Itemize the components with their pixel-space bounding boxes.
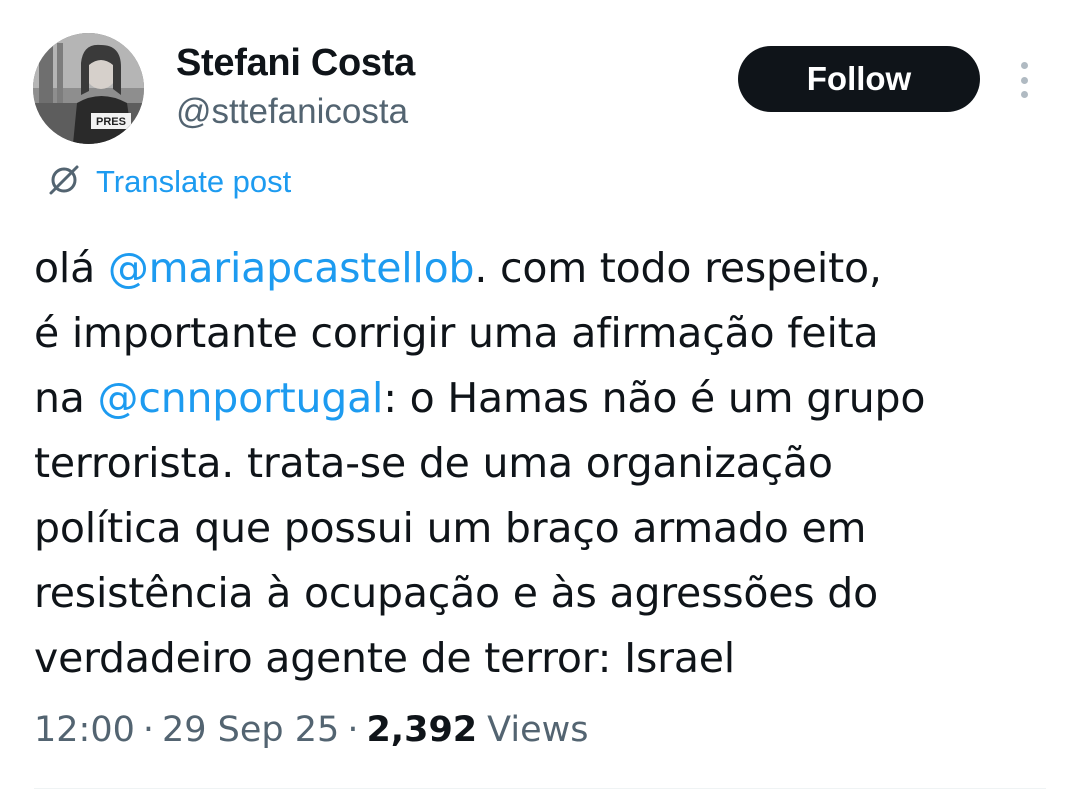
views-label: Views [487,710,589,750]
meta-separator: · [347,710,359,750]
author-handle[interactable]: @sttefanicosta [176,92,408,132]
translate-post-label: Translate post [96,164,292,199]
tweet-detail: PRES Stefani Costa @sttefanicosta Follow… [0,0,1080,802]
follow-button[interactable]: Follow [738,46,980,112]
tweet-text: olá @mariapcastellob. com todo respeito,… [34,236,1044,691]
author-display-name[interactable]: Stefani Costa [176,42,415,85]
translate-post-link[interactable]: Translate post [46,162,291,202]
tweet-text-segment: : o Hamas não é um grupo [383,374,926,422]
more-vertical-icon[interactable] [1007,58,1041,102]
mention-link[interactable]: @mariapcastellob [108,244,475,292]
globe-slash-icon [46,162,82,202]
tweet-date[interactable]: 29 Sep 25 [162,710,339,750]
tweet-text-line: política que possui um braço armado em [34,496,1044,561]
tweet-text-segment: política que possui um braço armado em [34,504,867,552]
tweet-text-segment: verdadeiro agente de terror: Israel [34,634,735,682]
mention-link[interactable]: @cnnportugal [98,374,384,422]
tweet-text-line: olá @mariapcastellob. com todo respeito, [34,236,1044,301]
tweet-time[interactable]: 12:00 [34,710,135,750]
svg-text:PRES: PRES [96,116,126,128]
meta-separator: · [142,710,155,750]
tweet-text-segment: terrorista. trata-se de uma organização [34,439,833,487]
tweet-text-segment: na [34,374,98,422]
tweet-text-segment: . com todo respeito, [474,244,882,292]
tweet-text-line: resistência à ocupação e às agressões do [34,561,1044,626]
tweet-text-line: terrorista. trata-se de uma organização [34,431,1044,496]
tweet-text-line: verdadeiro agente de terror: Israel [34,626,1044,691]
avatar[interactable]: PRES [33,33,144,144]
tweet-text-line: é importante corrigir uma afirmação feit… [34,301,1044,366]
tweet-text-segment: olá [34,244,108,292]
tweet-text-segment: é importante corrigir uma afirmação feit… [34,309,879,357]
tweet-text-segment: resistência à ocupação e às agressões do [34,569,879,617]
views-count: 2,392 [366,710,478,750]
tweet-meta: 12:00 · 29 Sep 25 · 2,392 Views [34,710,588,750]
tweet-text-line: na @cnnportugal: o Hamas não é um grupo [34,366,1044,431]
divider [34,788,1046,789]
